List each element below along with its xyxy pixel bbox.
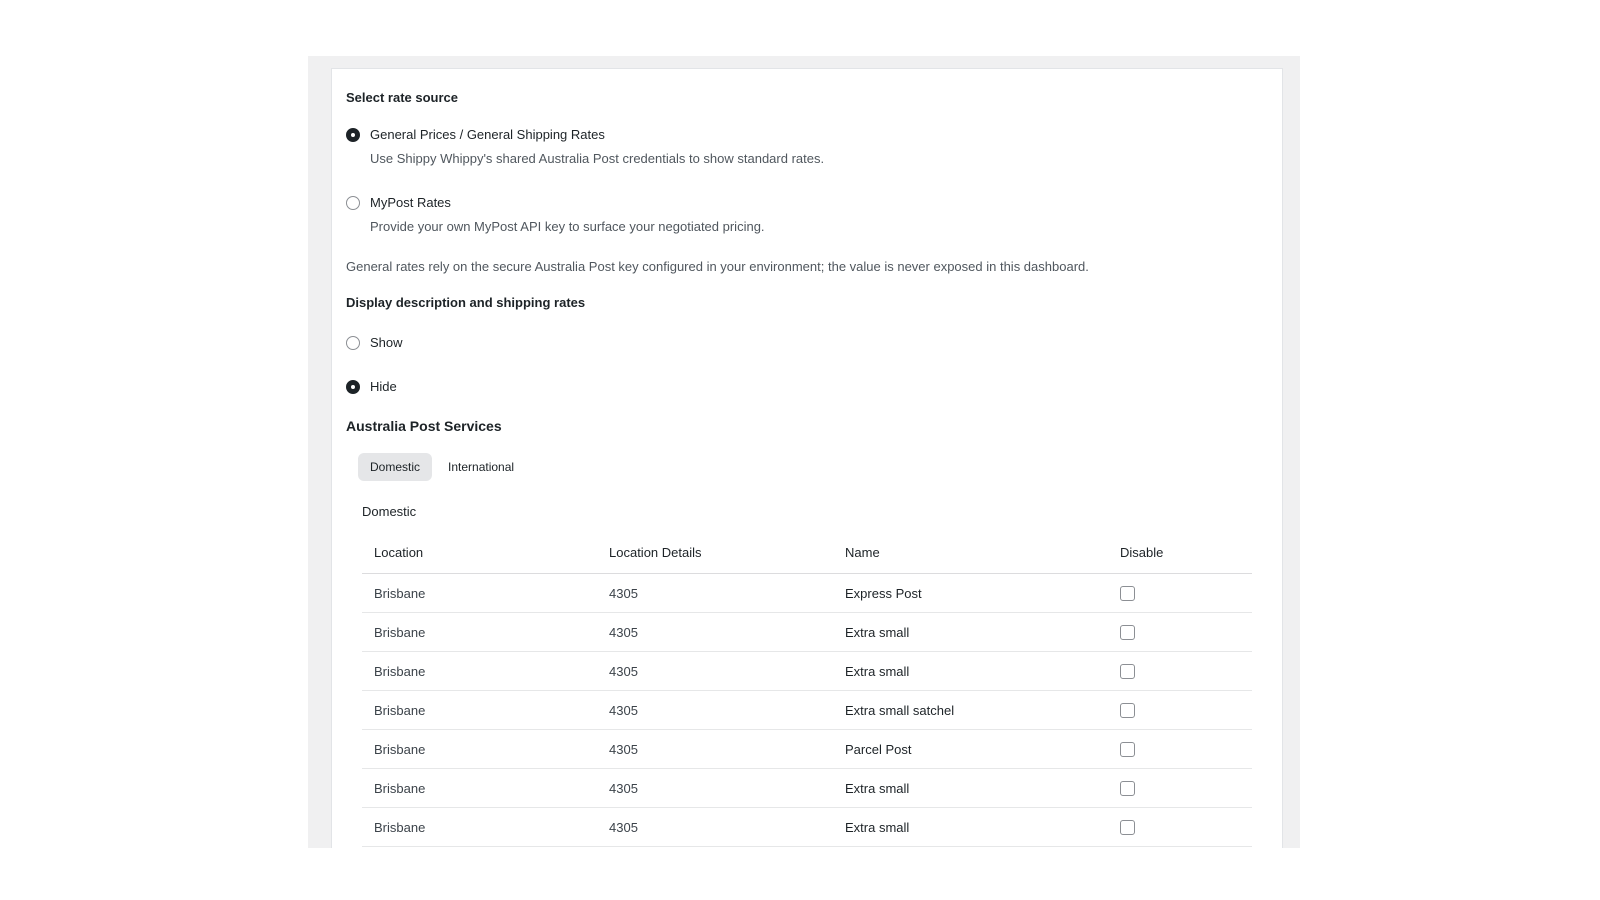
column-disable: Disable — [1108, 531, 1252, 574]
cell-location-details: 4305 — [597, 807, 833, 847]
disable-checkbox[interactable] — [1120, 586, 1135, 602]
cell-name: Parcel Post — [833, 729, 1108, 769]
table-row: Brisbane 4305 Extra small satchel — [362, 690, 1252, 730]
tab-domestic[interactable]: Domestic — [358, 453, 433, 481]
radio-general-checked[interactable] — [346, 127, 360, 142]
rate-source-heading: Select rate source — [346, 90, 459, 105]
table-row: Brisbane 4305 Extra small — [362, 651, 1252, 691]
rate-option-general-label: General Prices / General Shipping Rates — [370, 127, 605, 142]
services-table-wrapper: Location Location Details Name Disable B… — [362, 531, 1252, 847]
column-location: Location — [362, 531, 597, 574]
cell-location: Brisbane — [362, 612, 597, 652]
cell-location-details: 4305 — [597, 768, 833, 808]
display-option-show-label: Show — [370, 335, 403, 350]
table-row: Brisbane 4305 Extra small — [362, 768, 1252, 808]
column-name: Name — [833, 531, 1108, 574]
cell-name: Extra small — [833, 768, 1108, 808]
disable-checkbox[interactable] — [1120, 742, 1135, 758]
radio-mypost[interactable] — [346, 195, 360, 210]
settings-card: Select rate source General Prices / Gene… — [331, 68, 1283, 848]
services-subtitle: Domestic — [362, 504, 417, 519]
settings-panel: Select rate source General Prices / Gene… — [308, 56, 1300, 848]
cell-name: Extra small — [833, 651, 1108, 691]
cell-location-details: 4305 — [597, 729, 833, 769]
cell-disable — [1108, 768, 1252, 808]
table-header-row: Location Location Details Name Disable — [362, 531, 1252, 574]
cell-location: Brisbane — [362, 690, 597, 730]
cell-name: Express Post — [833, 573, 1108, 613]
table-row: Brisbane 4305 Parcel Post — [362, 729, 1252, 769]
disable-checkbox[interactable] — [1120, 625, 1135, 641]
display-option-hide-label: Hide — [370, 379, 397, 394]
table-row: Brisbane 4305 Express Post — [362, 573, 1252, 613]
cell-disable — [1108, 573, 1252, 613]
display-option-show[interactable]: Show — [346, 335, 403, 350]
cell-location-details: 4305 — [597, 612, 833, 652]
rate-option-mypost-description: Provide your own MyPost API key to surfa… — [370, 219, 765, 234]
cell-disable — [1108, 612, 1252, 652]
services-title: Australia Post Services — [346, 418, 502, 434]
cell-disable — [1108, 729, 1252, 769]
disable-checkbox[interactable] — [1120, 820, 1135, 836]
rate-option-general[interactable]: General Prices / General Shipping Rates — [346, 127, 605, 142]
services-tabs: Domestic International — [358, 453, 530, 481]
cell-location: Brisbane — [362, 807, 597, 847]
rate-option-mypost-label: MyPost Rates — [370, 195, 451, 210]
disable-checkbox[interactable] — [1120, 664, 1135, 680]
services-table: Location Location Details Name Disable B… — [362, 531, 1252, 847]
cell-name: Extra small satchel — [833, 690, 1108, 730]
cell-location: Brisbane — [362, 651, 597, 691]
disable-checkbox[interactable] — [1120, 781, 1135, 797]
cell-disable — [1108, 690, 1252, 730]
cell-location-details: 4305 — [597, 573, 833, 613]
rate-option-general-description: Use Shippy Whippy's shared Australia Pos… — [370, 151, 825, 166]
cell-location-details: 4305 — [597, 651, 833, 691]
cell-name: Extra small — [833, 807, 1108, 847]
column-location-details: Location Details — [597, 531, 833, 574]
cell-name: Extra small — [833, 612, 1108, 652]
cell-location-details: 4305 — [597, 690, 833, 730]
rate-source-note: General rates rely on the secure Austral… — [346, 259, 1089, 274]
display-heading: Display description and shipping rates — [346, 295, 586, 310]
cell-location: Brisbane — [362, 573, 597, 613]
disable-checkbox[interactable] — [1120, 703, 1135, 719]
cell-location: Brisbane — [362, 729, 597, 769]
tab-international[interactable]: International — [436, 453, 526, 481]
table-row: Brisbane 4305 Extra small — [362, 807, 1252, 847]
radio-hide-checked[interactable] — [346, 379, 360, 394]
cell-disable — [1108, 651, 1252, 691]
display-option-hide[interactable]: Hide — [346, 379, 397, 394]
cell-location: Brisbane — [362, 768, 597, 808]
radio-show[interactable] — [346, 335, 360, 350]
cell-disable — [1108, 807, 1252, 847]
rate-option-mypost[interactable]: MyPost Rates — [346, 195, 451, 210]
table-row: Brisbane 4305 Extra small — [362, 612, 1252, 652]
